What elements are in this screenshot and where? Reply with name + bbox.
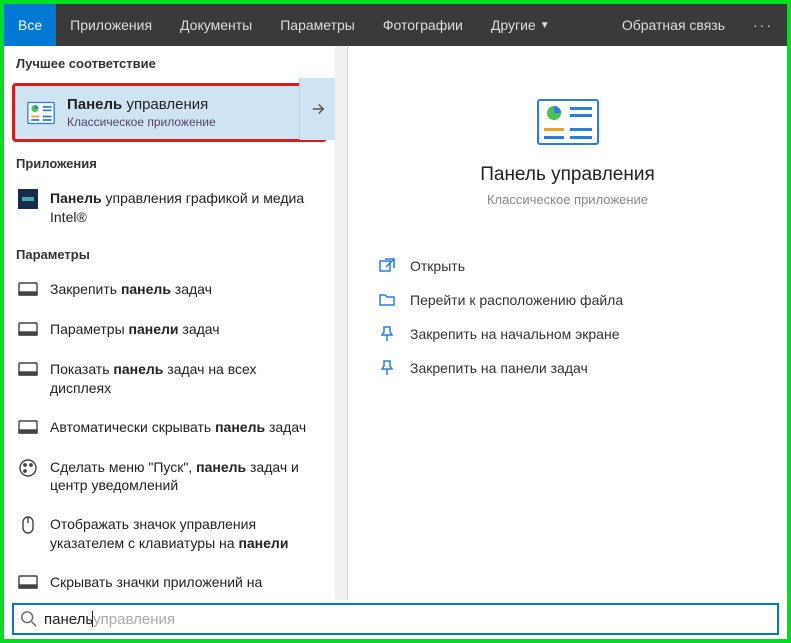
result-label: Автоматически скрывать панель задач xyxy=(50,418,321,437)
tab-settings[interactable]: Параметры xyxy=(266,4,369,46)
section-settings: Параметры xyxy=(4,237,335,270)
best-match-subtitle: Классическое приложение xyxy=(67,115,312,129)
open-icon xyxy=(378,257,396,275)
mouse-icon xyxy=(18,515,38,535)
action-pin-taskbar[interactable]: Закрепить на панели задач xyxy=(376,351,759,385)
action-open-location[interactable]: Перейти к расположению файла xyxy=(376,283,759,317)
result-setting[interactable]: Показать панель задач на всех дисплеях xyxy=(4,350,335,408)
result-label: Скрывать значки приложений на xyxy=(50,573,321,592)
taskbar-icon xyxy=(18,280,38,300)
intel-icon xyxy=(18,189,38,209)
search-typed-text: панель xyxy=(44,611,93,628)
best-match-title: Панель управления xyxy=(67,96,312,113)
section-best-match: Лучшее соответствие xyxy=(4,46,335,79)
preview-subtitle: Классическое приложение xyxy=(376,192,759,207)
result-label: Закрепить панель задач xyxy=(50,280,321,299)
pin-icon xyxy=(378,359,396,377)
search-autocomplete-hint: управления xyxy=(93,611,175,628)
action-pin-start[interactable]: Закрепить на начальном экране xyxy=(376,317,759,351)
expand-preview-button[interactable] xyxy=(299,78,335,140)
result-setting[interactable]: Отображать значок управления указателем … xyxy=(4,505,335,563)
search-filter-tabbar: Все Приложения Документы Параметры Фотог… xyxy=(4,4,787,46)
tab-photos[interactable]: Фотографии xyxy=(369,4,477,46)
control-panel-icon xyxy=(536,98,600,146)
result-setting[interactable]: Сделать меню "Пуск", панель задач и цент… xyxy=(4,448,335,506)
result-app-intel[interactable]: Панель управления графикой и медиа Intel… xyxy=(4,179,335,237)
action-open[interactable]: Открыть xyxy=(376,249,759,283)
more-menu-icon[interactable]: ··· xyxy=(739,4,787,46)
chevron-down-icon: ▼ xyxy=(540,20,550,31)
section-apps: Приложения xyxy=(4,146,335,179)
taskbar-icon xyxy=(18,418,38,438)
control-panel-icon xyxy=(27,99,55,127)
result-setting[interactable]: Параметры панели задач xyxy=(4,310,335,350)
scrollbar[interactable] xyxy=(335,46,347,600)
result-label: Панель управления графикой и медиа Intel… xyxy=(50,189,321,227)
search-icon xyxy=(20,610,38,628)
result-label: Параметры панели задач xyxy=(50,320,321,339)
tab-documents[interactable]: Документы xyxy=(166,4,266,46)
result-setting[interactable]: Закрепить панель задач xyxy=(4,270,335,310)
feedback-link[interactable]: Обратная связь xyxy=(608,4,739,46)
result-setting[interactable]: Автоматически скрывать панель задач xyxy=(4,408,335,448)
search-input[interactable]: панель управления xyxy=(12,603,779,635)
taskbar-icon xyxy=(18,320,38,340)
preview-panel: Панель управления Классическое приложени… xyxy=(348,46,787,600)
taskbar-icon xyxy=(18,360,38,380)
folder-icon xyxy=(378,291,396,309)
tab-all[interactable]: Все xyxy=(4,4,56,46)
pin-icon xyxy=(378,325,396,343)
result-label: Отображать значок управления указателем … xyxy=(50,515,321,553)
result-setting[interactable]: Скрывать значки приложений на xyxy=(4,563,335,600)
tab-apps[interactable]: Приложения xyxy=(56,4,166,46)
palette-icon xyxy=(18,458,38,478)
preview-title: Панель управления xyxy=(376,164,759,186)
taskbar-icon xyxy=(18,573,38,593)
tab-other[interactable]: Другие▼ xyxy=(477,4,564,46)
best-match-result[interactable]: Панель управления Классическое приложени… xyxy=(12,83,327,142)
result-label: Сделать меню "Пуск", панель задач и цент… xyxy=(50,458,321,496)
results-panel: Лучшее соответствие Панель управления Кл… xyxy=(4,46,348,600)
result-label: Показать панель задач на всех дисплеях xyxy=(50,360,321,398)
